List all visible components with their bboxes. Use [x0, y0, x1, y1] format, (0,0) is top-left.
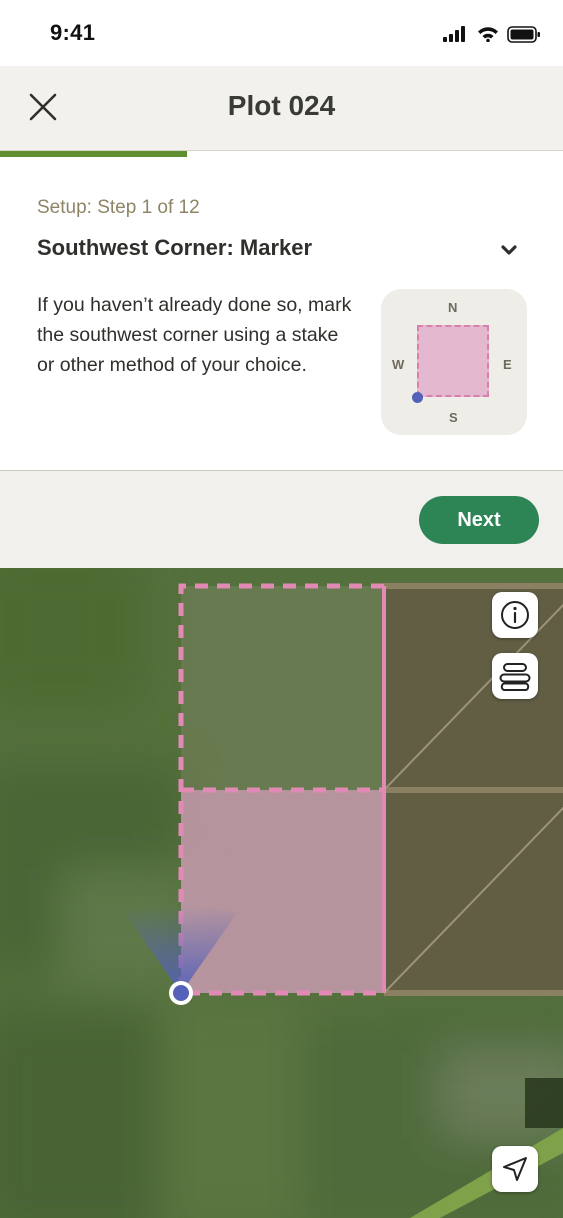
- status-bar: 9:41: [0, 0, 563, 66]
- layers-icon: [499, 663, 531, 691]
- page-title: Plot 024: [227, 90, 336, 121]
- plot-square: [417, 325, 489, 397]
- corner-marker-dot: [412, 392, 423, 403]
- compass-north-label: N: [448, 300, 458, 315]
- status-icons: [443, 24, 541, 44]
- step-panel: Setup: Step 1 of 12 Southwest Corner: Ma…: [0, 157, 563, 471]
- next-button[interactable]: Next: [419, 496, 539, 544]
- cellular-signal-icon: [443, 26, 465, 42]
- wifi-icon: [478, 27, 498, 42]
- info-icon: [501, 601, 529, 629]
- battery-icon: [507, 25, 540, 43]
- compass-west-label: W: [392, 357, 405, 372]
- compass-diagram: N W E S: [381, 289, 527, 435]
- chevron-down-icon: [501, 245, 517, 255]
- compass-south-label: S: [449, 410, 458, 425]
- action-bar: Next: [0, 471, 563, 568]
- location-arrow-icon: [503, 1157, 527, 1181]
- step-counter: Setup: Step 1 of 12: [37, 197, 200, 218]
- info-button[interactable]: [492, 592, 538, 638]
- status-time: 9:41: [50, 20, 96, 45]
- compass-east-label: E: [503, 357, 512, 372]
- map-canvas: [0, 568, 563, 1218]
- layers-button[interactable]: [492, 653, 538, 699]
- app-header: Plot 024: [0, 66, 563, 151]
- step-description: If you haven’t already done so, mark the…: [37, 294, 352, 376]
- locate-me-button[interactable]: [492, 1146, 538, 1192]
- satellite-map[interactable]: [0, 568, 563, 1218]
- collapse-button[interactable]: [496, 237, 522, 263]
- step-heading: Southwest Corner: Marker: [37, 235, 313, 260]
